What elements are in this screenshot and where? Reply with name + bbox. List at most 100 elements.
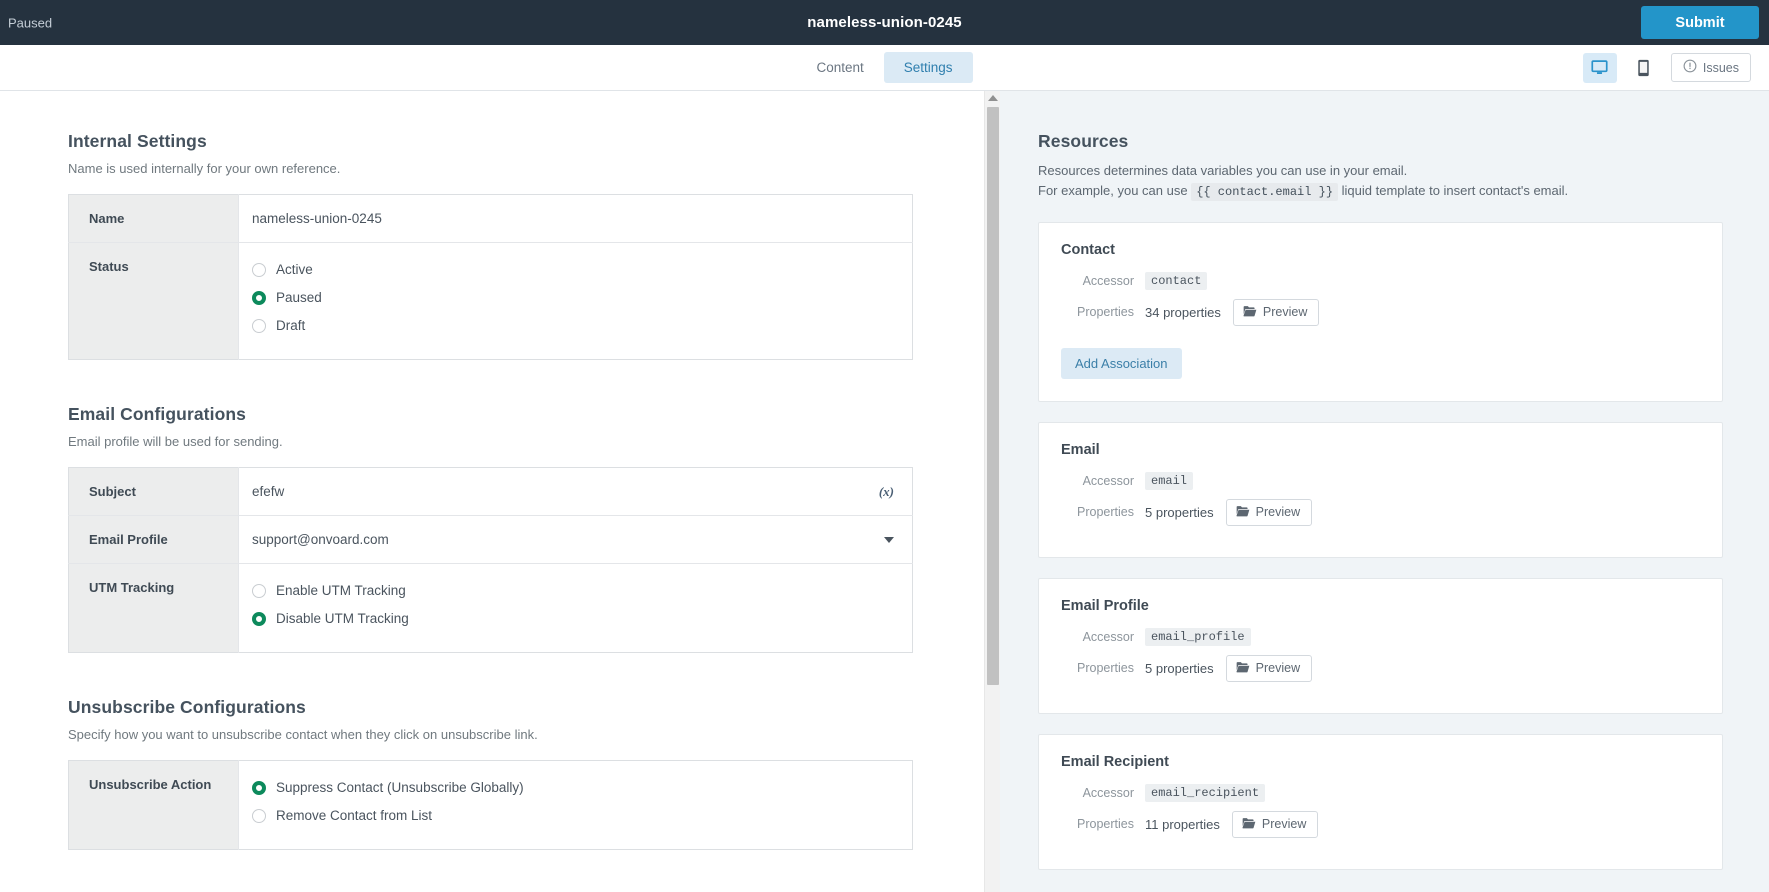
preview-button[interactable]: Preview	[1225, 498, 1313, 526]
status-option-active[interactable]: Active	[252, 259, 896, 287]
radio-icon	[252, 262, 266, 277]
properties-value: 5 properties	[1145, 660, 1214, 676]
tab-settings[interactable]: Settings	[883, 52, 973, 83]
internal-settings-subtitle: Name is used internally for your own ref…	[68, 161, 341, 176]
email-profile-select-cell[interactable]: support@onvoard.com	[239, 516, 913, 564]
status-badge: Paused	[8, 15, 53, 30]
properties-label: Properties	[1077, 817, 1134, 832]
page-title: nameless-union-0245	[807, 14, 962, 31]
mobile-icon[interactable]	[1627, 53, 1661, 83]
utm-radio-group: Enable UTM Tracking Disable UTM Tracking	[239, 564, 913, 653]
issues-label: Issues	[1702, 60, 1739, 75]
vertical-scrollbar[interactable]	[984, 91, 1000, 892]
issues-button[interactable]: Issues	[1670, 53, 1751, 82]
resources-subtitle-pre: For example, you can use	[1038, 183, 1188, 199]
preview-label: Preview	[1261, 817, 1307, 832]
tab-content[interactable]: Content	[796, 52, 883, 83]
exclamation-circle-icon	[1683, 59, 1697, 76]
liquid-template-code: {{ contact.email }}	[1191, 183, 1339, 202]
radio-icon	[252, 290, 266, 305]
email-profile-select-value[interactable]: support@onvoard.com	[252, 532, 389, 547]
radio-icon	[252, 780, 266, 795]
preview-label: Preview	[1262, 305, 1308, 320]
accessor-row: Accessor email_profile	[1061, 627, 1700, 646]
radio-icon	[252, 611, 266, 626]
utm-tracking-field-label: UTM Tracking	[68, 563, 239, 653]
add-association-button[interactable]: Add Association	[1061, 347, 1182, 379]
folder-open-icon	[1236, 505, 1250, 520]
unsubscribe-configurations-table: Unsubscribe Action Suppress Contact (Uns…	[68, 760, 913, 850]
status-option-label: Active	[276, 262, 313, 277]
accessor-label: Accessor	[1082, 473, 1134, 488]
properties-label: Properties	[1077, 505, 1134, 520]
unsubscribe-action-field-label: Unsubscribe Action	[68, 760, 239, 850]
accessor-value: contact	[1145, 271, 1208, 290]
unsubscribe-option-remove[interactable]: Remove Contact from List	[252, 805, 896, 823]
status-option-paused[interactable]: Paused	[252, 287, 896, 315]
utm-option-label: Enable UTM Tracking	[276, 583, 406, 598]
chevron-down-icon[interactable]	[884, 536, 894, 543]
resources-subtitle-line2: For example, you can use {{ contact.emai…	[1038, 181, 1723, 202]
preview-button[interactable]: Preview	[1225, 654, 1313, 682]
desktop-icon[interactable]	[1582, 52, 1617, 83]
accessor-value: email_profile	[1145, 627, 1251, 646]
resource-card-contact: Contact Accessor contact Properties 34 p…	[1038, 221, 1723, 402]
subject-input-cell[interactable]: efefw (x)	[239, 468, 913, 516]
section-internal-settings: Internal Settings Name is used internall…	[68, 131, 1000, 360]
radio-icon	[252, 318, 266, 333]
table-row: Subject efefw (x)	[68, 467, 913, 516]
scrollbar-thumb[interactable]	[987, 107, 999, 685]
preview-button[interactable]: Preview	[1232, 298, 1320, 326]
unsubscribe-configurations-title: Unsubscribe Configurations	[68, 697, 306, 717]
name-input[interactable]: nameless-union-0245	[239, 195, 913, 243]
properties-label: Properties	[1077, 305, 1134, 320]
internal-settings-title: Internal Settings	[68, 131, 207, 151]
properties-row: Properties 5 properties Preview	[1061, 654, 1700, 682]
name-field-label: Name	[68, 194, 239, 243]
variable-insert-icon[interactable]: (x)	[879, 484, 894, 500]
preview-label: Preview	[1255, 505, 1301, 520]
internal-settings-table: Name nameless-union-0245 Status Active P…	[68, 194, 913, 360]
top-bar: Paused nameless-union-0245 Submit	[0, 0, 1769, 45]
email-configurations-subtitle: Email profile will be used for sending.	[68, 434, 283, 449]
resource-card-email-recipient: Email Recipient Accessor email_recipient…	[1038, 733, 1723, 870]
tab-list: Content Settings	[796, 52, 973, 83]
resources-subtitle-line1: Resources determines data variables you …	[1038, 163, 1408, 178]
resources-subtitle: Resources determines data variables you …	[1038, 161, 1723, 202]
folder-open-icon	[1236, 661, 1250, 676]
resources-title: Resources	[1038, 131, 1129, 151]
accessor-value: email_recipient	[1145, 783, 1266, 802]
scroll-up-arrow-icon[interactable]	[988, 95, 998, 101]
preview-button[interactable]: Preview	[1231, 810, 1319, 838]
accessor-row: Accessor email	[1061, 471, 1700, 490]
accessor-label: Accessor	[1082, 273, 1134, 288]
accessor-row: Accessor contact	[1061, 271, 1700, 290]
resource-card-title: Email	[1061, 441, 1100, 458]
resources-subtitle-post: liquid template to insert contact's emai…	[1341, 183, 1569, 199]
utm-option-disable[interactable]: Disable UTM Tracking	[252, 608, 896, 626]
subject-field-label: Subject	[68, 467, 239, 516]
status-option-label: Draft	[276, 318, 306, 333]
table-row: Status Active Paused Draft	[68, 242, 913, 360]
folder-open-icon	[1242, 817, 1256, 832]
table-row: UTM Tracking Enable UTM Tracking Disable…	[68, 563, 913, 653]
status-option-draft[interactable]: Draft	[252, 315, 896, 333]
radio-icon	[252, 808, 266, 823]
email-profile-field-label: Email Profile	[68, 515, 239, 564]
submit-button[interactable]: Submit	[1641, 6, 1759, 39]
subject-input[interactable]: efefw	[252, 484, 284, 499]
status-field-label: Status	[68, 242, 239, 360]
accessor-row: Accessor email_recipient	[1061, 783, 1700, 802]
accessor-label: Accessor	[1082, 629, 1134, 644]
resource-card-title: Email Recipient	[1061, 753, 1169, 770]
unsubscribe-option-suppress[interactable]: Suppress Contact (Unsubscribe Globally)	[252, 777, 896, 805]
radio-icon	[252, 583, 266, 598]
properties-value: 11 properties	[1145, 816, 1220, 832]
resource-card-title: Contact	[1061, 241, 1115, 258]
resource-card-email-profile: Email Profile Accessor email_profile Pro…	[1038, 577, 1723, 714]
utm-option-enable[interactable]: Enable UTM Tracking	[252, 580, 896, 608]
status-option-label: Paused	[276, 290, 322, 305]
properties-value: 5 properties	[1145, 504, 1214, 520]
